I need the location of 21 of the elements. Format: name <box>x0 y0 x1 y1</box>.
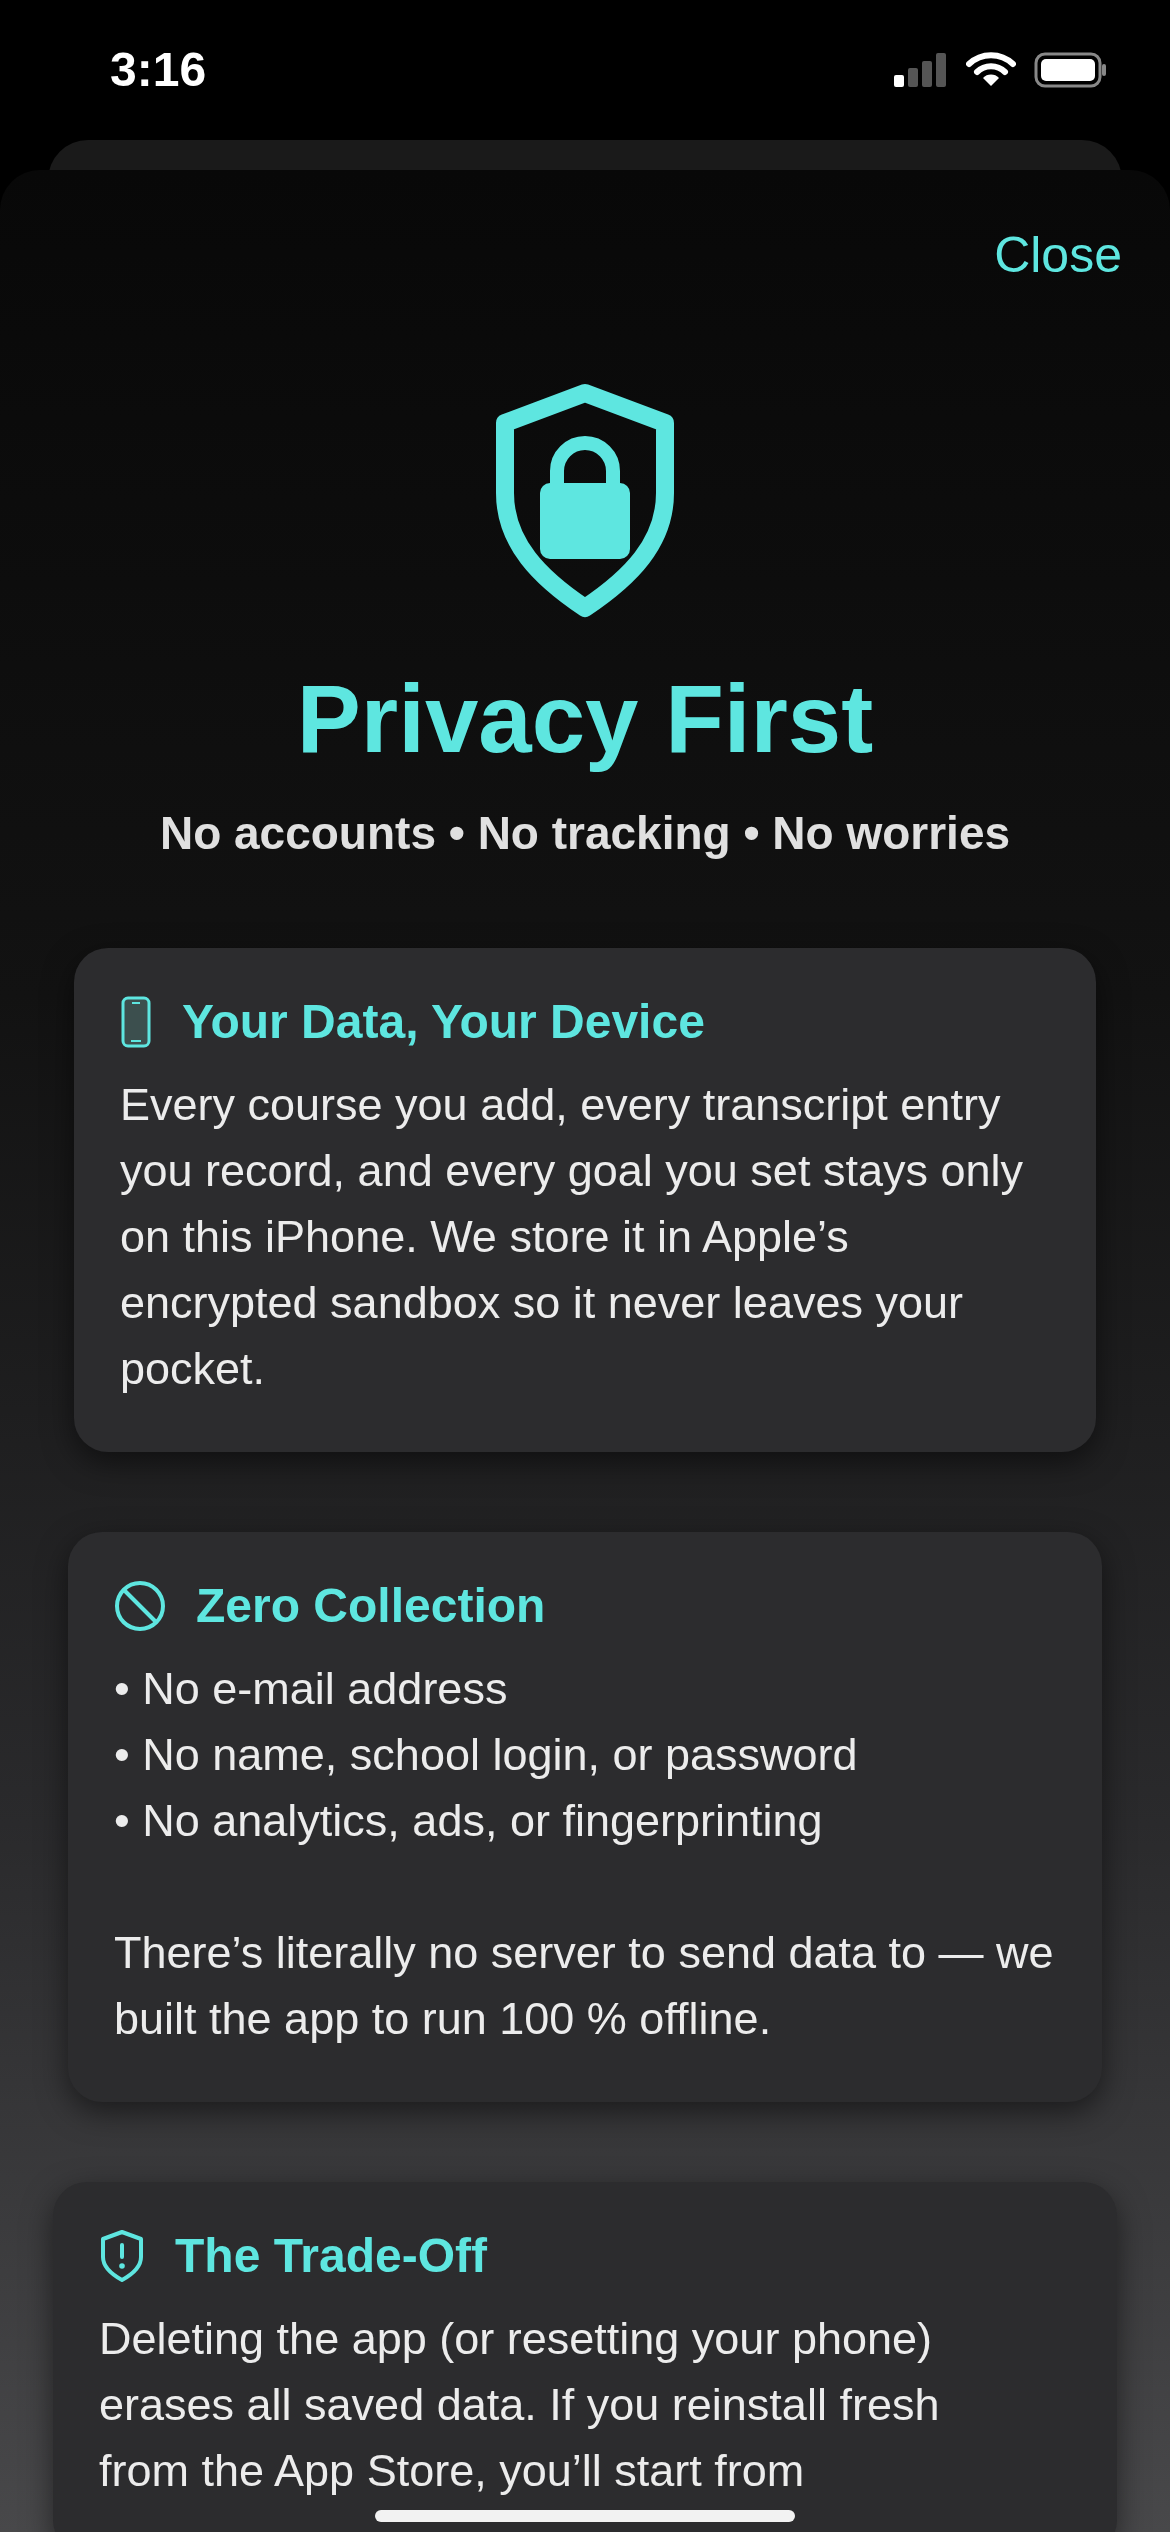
card-body-line: erases all saved data. If you reinstall fresh <box>99 2378 941 2432</box>
card-title: The Trade-Off <box>175 2228 488 2284</box>
card-body: Every course you add, every transcript entry you record, and every goal you set stays only on this iPhone. We store it in Apple’s encrypted sandbox so it never leaves your pocket. <box>120 1078 1024 1396</box>
wifi-icon <box>966 52 1016 88</box>
close-button[interactable]: Close <box>994 218 1122 293</box>
card-body-line: Deleting the app (or resetting your phone) <box>99 2312 933 2366</box>
bullet-item: • No name, school login, or password <box>114 1728 859 1782</box>
battery-icon <box>1034 52 1108 88</box>
bullet-item: • No analytics, ads, or fingerprinting <box>114 1794 824 1848</box>
card-body: There’s literally no server to send data to — we built the app to run 100 % offline. <box>114 1926 1055 2046</box>
card-title: Your Data, Your Device <box>182 994 705 1050</box>
sheet-title: Privacy First <box>295 664 875 774</box>
shield-alert-icon <box>99 2229 145 2283</box>
status-time: 3:16 <box>110 42 207 98</box>
card-title: Zero Collection <box>196 1578 546 1634</box>
phone-icon <box>120 995 152 1049</box>
card-body-line: from the App Store, you’ll start from <box>99 2444 806 2498</box>
signal-icon <box>894 53 948 87</box>
sheet-subtitle: No accounts • No tracking • No worries <box>158 806 1012 861</box>
prohibited-icon <box>114 1580 166 1632</box>
bullet-item: • No e-mail address <box>114 1662 509 1716</box>
